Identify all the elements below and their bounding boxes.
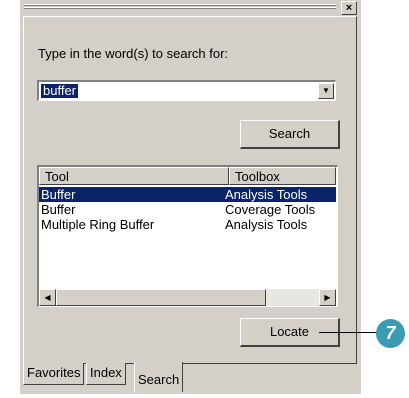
tab-favorites[interactable]: Favorites: [23, 363, 85, 385]
search-query-value[interactable]: buffer: [41, 84, 79, 98]
tab-strip: Favorites Index Search: [20, 362, 361, 394]
results-list[interactable]: Tool Toolbox Buffer Analysis Tools Buffe…: [37, 165, 338, 307]
result-row[interactable]: Multiple Ring Buffer Analysis Tools: [39, 217, 336, 232]
search-window: × Type in the word(s) to search for: buf…: [20, 0, 361, 394]
search-button[interactable]: Search: [240, 120, 340, 149]
result-tool: Multiple Ring Buffer: [41, 217, 155, 232]
close-button[interactable]: ×: [341, 1, 357, 15]
search-prompt-label: Type in the word(s) to search for:: [38, 46, 229, 61]
title-grip[interactable]: [24, 4, 336, 11]
tab-index[interactable]: Index: [86, 363, 126, 385]
column-header-toolbox[interactable]: Toolbox: [229, 167, 336, 185]
dropdown-arrow-icon[interactable]: ▼: [318, 83, 334, 99]
callout-step-badge: 7: [376, 319, 405, 348]
scroll-left-icon[interactable]: ◀: [39, 289, 56, 306]
search-combobox[interactable]: buffer ▼: [37, 80, 336, 101]
callout-leader-line: [319, 332, 377, 333]
result-row[interactable]: Buffer Analysis Tools: [39, 187, 336, 202]
column-header-tool[interactable]: Tool: [39, 167, 229, 185]
result-tool: Buffer: [41, 187, 76, 202]
result-toolbox: Coverage Tools: [225, 202, 316, 217]
result-toolbox: Analysis Tools: [225, 217, 308, 232]
result-tool: Buffer: [41, 202, 76, 217]
result-toolbox: Analysis Tools: [225, 187, 308, 202]
results-header: Tool Toolbox: [39, 167, 337, 185]
horizontal-scrollbar[interactable]: ◀ ▶: [39, 289, 336, 306]
scroll-right-icon[interactable]: ▶: [319, 289, 336, 306]
result-row[interactable]: Buffer Coverage Tools: [39, 202, 336, 217]
scroll-thumb[interactable]: [56, 289, 266, 306]
tab-search[interactable]: Search: [134, 362, 184, 392]
